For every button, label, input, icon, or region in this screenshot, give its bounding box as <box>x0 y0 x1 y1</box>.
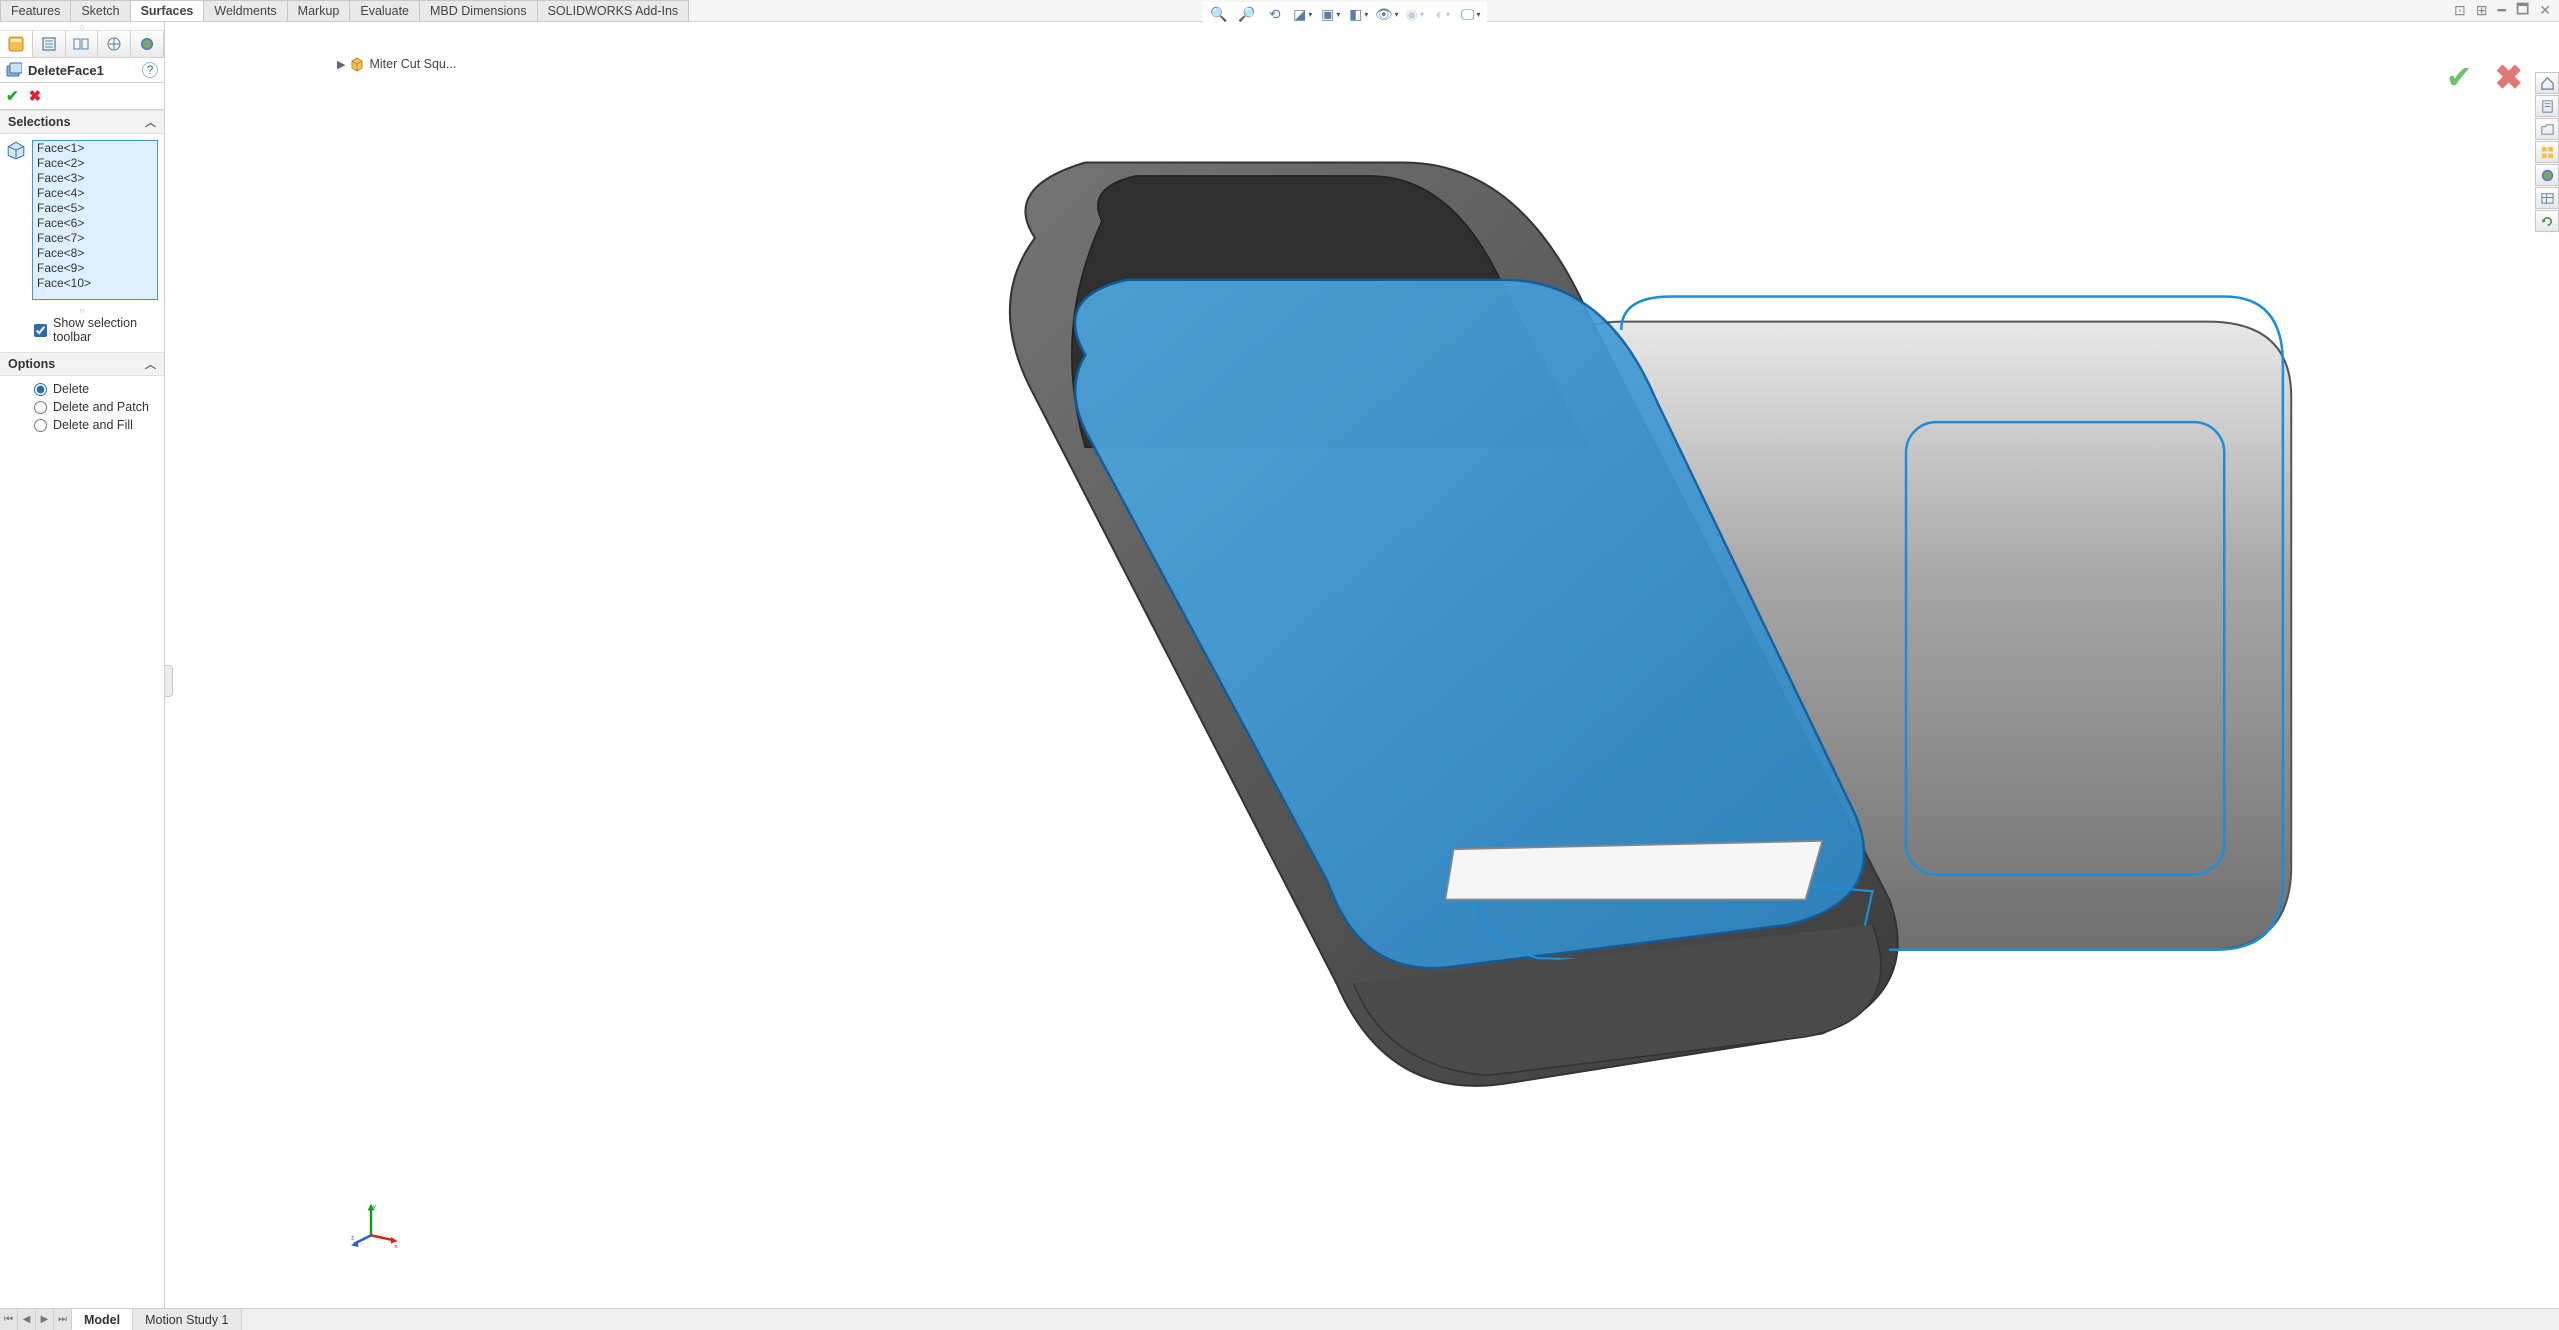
task-home-icon[interactable] <box>2535 72 2559 94</box>
task-design-library-icon[interactable] <box>2535 141 2559 163</box>
ribbon-tab-mbd[interactable]: MBD Dimensions <box>419 0 538 21</box>
win-collapse-icon[interactable]: ⊡ <box>2454 2 2466 19</box>
option-delete-fill[interactable]: Delete and Fill <box>34 418 156 432</box>
section-options-header[interactable]: Options ︿ <box>0 352 164 376</box>
radio-delete[interactable] <box>34 383 47 396</box>
show-selection-toolbar-label: Show selection toolbar <box>53 316 156 344</box>
view-orientation-icon[interactable]: ▣ <box>1321 4 1341 24</box>
list-item[interactable]: Face<1> <box>33 141 157 156</box>
radio-delete-patch[interactable] <box>34 401 47 414</box>
face-selection-list[interactable]: Face<1> Face<2> Face<3> Face<4> Face<5> … <box>32 140 158 300</box>
radio-delete-fill[interactable] <box>34 419 47 432</box>
nav-last-icon[interactable]: ⏭ <box>54 1309 72 1330</box>
tab-configuration-manager[interactable] <box>66 31 99 57</box>
tab-model[interactable]: Model <box>72 1309 133 1330</box>
ribbon-tab-weldments[interactable]: Weldments <box>203 0 287 21</box>
task-appearances-icon[interactable] <box>2535 164 2559 186</box>
ribbon-tab-addins[interactable]: SOLIDWORKS Add-Ins <box>537 0 690 21</box>
chevron-up-icon: ︿ <box>145 114 156 130</box>
section-selections-header[interactable]: Selections ︿ <box>0 110 164 134</box>
list-item[interactable]: Face<3> <box>33 171 157 186</box>
tab-property-manager[interactable] <box>33 31 66 57</box>
section-selections-label: Selections <box>8 115 71 129</box>
property-manager-panel: ○ DeleteFace1 ? ✔ ✖ <box>0 22 165 1308</box>
hide-show-icon[interactable]: 👁 <box>1377 4 1397 24</box>
list-item[interactable]: Face<2> <box>33 156 157 171</box>
ribbon-tab-markup[interactable]: Markup <box>287 0 351 21</box>
close-icon[interactable]: ✕ <box>2539 2 2551 19</box>
list-item[interactable]: Face<9> <box>33 261 157 276</box>
feature-name: DeleteFace1 <box>28 63 104 78</box>
show-selection-toolbar-checkbox[interactable] <box>34 324 47 337</box>
display-style-icon[interactable]: ◧ <box>1349 4 1369 24</box>
list-item[interactable]: Face<6> <box>33 216 157 231</box>
task-resources-icon[interactable] <box>2535 95 2559 117</box>
delete-face-icon <box>6 62 22 78</box>
tab-dimxpert[interactable] <box>98 31 131 57</box>
list-item[interactable]: Face<4> <box>33 186 157 201</box>
list-item[interactable]: Face<5> <box>33 201 157 216</box>
win-restore-icon[interactable]: ⊞ <box>2476 2 2488 19</box>
window-controls: ⊡ ⊞ ━ 🗖 ✕ <box>2446 0 2559 21</box>
view-settings-icon[interactable]: 🖵 <box>1461 4 1481 24</box>
cancel-button[interactable]: ✖ <box>29 87 42 105</box>
chevron-up-icon: ︿ <box>145 356 156 372</box>
face-selection-icon <box>6 140 26 160</box>
maximize-icon[interactable]: 🗖 <box>2516 0 2529 23</box>
nav-next-icon[interactable]: ▶ <box>36 1309 54 1330</box>
ok-button[interactable]: ✔ <box>6 87 19 105</box>
svg-text:z: z <box>351 1235 354 1242</box>
option-delete[interactable]: Delete <box>34 382 156 396</box>
confirm-bar: ✔ ✖ <box>0 83 164 110</box>
list-item[interactable]: Face<8> <box>33 246 157 261</box>
panel-flyout-handle[interactable] <box>165 665 173 697</box>
scene-icon[interactable]: ◐ <box>1433 4 1453 24</box>
appearance-icon[interactable]: ◉ <box>1405 4 1425 24</box>
manager-tabs <box>0 31 164 58</box>
list-item[interactable]: Face<10> <box>33 276 157 291</box>
help-icon[interactable]: ? <box>142 62 158 78</box>
ribbon-tab-evaluate[interactable]: Evaluate <box>349 0 420 21</box>
orientation-triad[interactable]: y x z <box>351 1202 401 1252</box>
minimize-icon[interactable]: ━ <box>2498 2 2506 19</box>
nav-prev-icon[interactable]: ◀ <box>18 1309 36 1330</box>
list-item[interactable]: Face<7> <box>33 231 157 246</box>
tab-display-manager[interactable] <box>131 31 164 57</box>
graphics-viewport[interactable]: ▶ Miter Cut Squ... ✔ ✖ <box>165 22 2559 1308</box>
tab-feature-manager[interactable] <box>0 31 33 57</box>
model-rendering <box>345 62 2529 1268</box>
section-options-label: Options <box>8 357 55 371</box>
bottom-tab-bar: ⏮ ◀ ▶ ⏭ Model Motion Study 1 <box>0 1308 2559 1330</box>
task-pane <box>2535 72 2559 232</box>
previous-view-icon[interactable]: ⟲ <box>1265 4 1285 24</box>
section-view-icon[interactable]: ◪ <box>1293 4 1313 24</box>
ribbon-tab-surfaces[interactable]: Surfaces <box>130 0 205 21</box>
nav-first-icon[interactable]: ⏮ <box>0 1309 18 1330</box>
task-reload-icon[interactable] <box>2535 210 2559 232</box>
ribbon-tab-sketch[interactable]: Sketch <box>70 0 130 21</box>
tab-motion-study[interactable]: Motion Study 1 <box>133 1309 241 1330</box>
ribbon-tab-features[interactable]: Features <box>0 0 71 21</box>
svg-text:x: x <box>394 1243 398 1250</box>
task-open-icon[interactable] <box>2535 118 2559 140</box>
panel-grip[interactable]: ○ <box>0 22 164 31</box>
task-custom-props-icon[interactable] <box>2535 187 2559 209</box>
zoom-fit-icon[interactable]: 🔍 <box>1209 4 1229 24</box>
property-manager-title-bar: DeleteFace1 ? <box>0 58 164 83</box>
zoom-area-icon[interactable]: 🔎 <box>1237 4 1257 24</box>
option-delete-patch[interactable]: Delete and Patch <box>34 400 156 414</box>
svg-text:y: y <box>373 1204 377 1211</box>
